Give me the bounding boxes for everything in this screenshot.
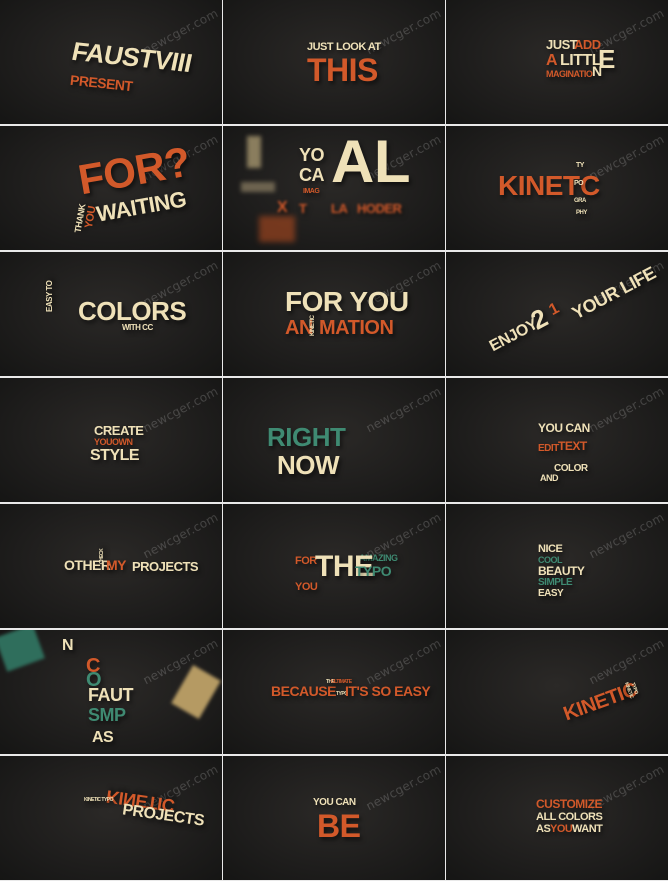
tile-3-line: A [546,52,558,69]
tile-1: newcger.com FAUSTVIII PRESENT [0,0,222,124]
tile-7-line: WITH CC [122,323,153,332]
tile-15: newcger.com NICE COOL BEAUTY SIMPLE EASY [446,504,668,628]
tile-4: newcger.com FOR? THANK YOU WAITING [0,126,222,250]
blur-shard [259,216,295,242]
tile-17: newcger.com BECAUSE THE ULTIMATE TYPO IT… [223,630,445,754]
tile-11: newcger.com RIGHT NOW [223,378,445,502]
tile-5-line: AL [331,128,410,195]
tile-12: newcger.com YOU CAN EDIT TEXT COLOR AND [446,378,668,502]
tile-7: newcger.com EASY TO COLORS WITH CC [0,252,222,376]
tile-16-line: SMP [88,705,126,725]
tile-21-line: AS [536,823,551,835]
tile-7-line: COLORS [78,296,187,326]
tile-16: newcger.com N C O FAUT SMP AS [0,630,222,754]
tile-13: newcger.com OTHER CHECK MY PROJECTS [0,504,222,628]
tile-5-line: IMAG [303,188,320,195]
tile-12-line: TEXT [558,439,587,453]
tile-20-line: YOU CAN [313,797,356,808]
tile-6-line: PO [574,180,584,187]
watermark: newcger.com [586,510,667,562]
tile-21: newcger.com CUSTOMIZE ALL COLORS AS YOU … [446,756,668,880]
tile-16-line: AS [92,729,114,746]
tile-13-line: MY [106,557,127,573]
tile-5-line: HODER [357,201,402,216]
tile-9-line: 1 [546,300,562,320]
tile-16-line: FAUT [88,685,134,705]
tile-6-line: PHY [576,210,587,216]
tile-5-line: LA [331,201,348,216]
tile-6: newcger.com KINET C TY PO GRA PHY [446,126,668,250]
tile-15-line: SIMPLE [538,577,573,588]
tile-19-line: PROJECTS [121,801,206,830]
tile-1-line: PRESENT [69,71,134,95]
tile-3-line: JUST [546,37,578,52]
tile-17-line: IT'S SO EASY [345,683,431,699]
tile-3: newcger.com JUST ADD A LITTL E MAGINATIO… [446,0,668,124]
tile-14: newcger.com FOR AMAZING THE TYPO YOU [223,504,445,628]
blur-shard [247,136,261,168]
tile-3-line: MAGINATIO [546,69,593,79]
watermark: newcger.com [363,762,444,814]
tile-2: newcger.com JUST LOOK AT THIS [223,0,445,124]
watermark: newcger.com [363,636,444,688]
tile-12-line: EDIT [538,443,559,454]
tile-8-line: KINETIC [310,315,316,337]
tile-6-line: TY [576,162,584,169]
tile-5-line: X [277,199,288,216]
tile-2-line: THIS [307,52,378,88]
tile-3-line: N [592,63,602,79]
blur-shard [0,630,45,672]
tile-5-line: YO [299,145,325,165]
tile-19-line: KINETIC TYPO [84,797,114,803]
tile-20-line: BE [317,808,361,844]
tile-8-line: FOR YOU [285,286,409,317]
tile-20: newcger.com YOU CAN BE [223,756,445,880]
tile-6-line: GRA [574,198,586,204]
tile-10: newcger.com CREATE YOUOWN STYLE [0,378,222,502]
tile-7-line: EASY TO [45,280,54,312]
tile-5-line: T [299,201,307,216]
watermark: newcger.com [363,384,444,436]
tile-10-line: CREATE [94,423,144,438]
tile-19: newcger.com KINETIC KINETIC TYPO PROJECT… [0,756,222,880]
tile-9-line: YOUR LIFE [568,262,659,324]
tile-11-line: NOW [277,450,340,480]
tile-21-line: YOU [550,823,573,835]
preview-grid: newcger.com FAUSTVIII PRESENT newcger.co… [0,0,668,881]
tile-13-line: CHECK [99,548,105,564]
watermark: newcger.com [140,510,221,562]
tile-12-line: YOU CAN [538,421,590,435]
tile-15-line: NICE [538,543,563,555]
tile-15-line: BEAUTY [538,564,585,578]
blur-shard [171,664,221,720]
tile-12-line: AND [540,473,559,483]
tile-15-line: EASY [538,588,564,599]
watermark: newcger.com [140,384,221,436]
tile-13-line: PROJECTS [132,559,199,574]
tile-21-line: ALL COLORS [536,811,603,823]
tile-5-line: CA [299,165,325,185]
tile-11-line: RIGHT [267,422,346,452]
tile-14-line: TYPO [355,563,392,579]
tile-16-line: N [62,637,74,654]
tile-8-line: MATION [319,317,394,339]
tile-5: newcger.com YO CA IMAG AL X T LA HODER [223,126,445,250]
tile-6-line: KINET [498,170,580,201]
tile-14-line: FOR [295,555,317,567]
tile-3-line: ADD [574,37,601,52]
blur-shard [241,182,275,192]
tile-10-line: STYLE [90,447,140,464]
watermark: newcger.com [586,384,667,436]
tile-8-line: AN [285,317,313,339]
tile-10-line: YOUOWN [94,437,133,447]
tile-17-line: BECAUSE [271,683,336,699]
tile-8: newcger.com FOR YOU AN KINETIC MATION [223,252,445,376]
tile-21-line: WANT [572,823,603,835]
tile-14-line: YOU [295,581,318,593]
tile-12-line: COLOR [554,463,588,474]
tile-18: newcger.com KINETIC KINETIC TYPO [446,630,668,754]
tile-1-line: FAUSTVIII [69,35,195,79]
tile-21-line: CUSTOMIZE [536,797,602,811]
tile-9: newcger.com ENJOY 2 1 YOUR LIFE [446,252,668,376]
